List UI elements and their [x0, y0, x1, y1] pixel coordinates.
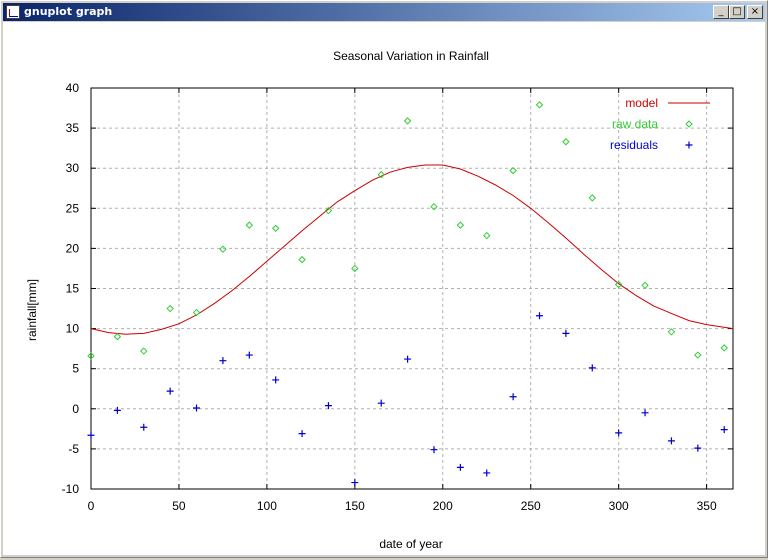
raw-data-point: [166, 304, 174, 313]
x-tick-label: 300: [609, 499, 629, 513]
title-bar[interactable]: gnuplot graph _ □ ×: [3, 3, 765, 21]
residual-point: [430, 446, 438, 454]
gnuplot-app-icon[interactable]: [6, 5, 20, 19]
x-tick-label: 200: [433, 499, 453, 513]
legend-swatch: [685, 120, 693, 128]
residual-point: [193, 404, 201, 412]
residual-point: [113, 406, 121, 414]
legend-label: residuals: [610, 138, 658, 152]
residual-point: [536, 312, 544, 320]
x-tick-label: 50: [172, 499, 186, 513]
y-tick-label: 15: [66, 282, 80, 296]
raw-data-point: [403, 117, 412, 125]
residual-point: [404, 355, 412, 363]
residual-point: [324, 402, 332, 410]
raw-data-point: [667, 328, 676, 336]
raw-data-point: [588, 194, 596, 202]
maximize-button[interactable]: □: [729, 5, 745, 19]
raw-data-point: [694, 351, 702, 359]
legend-label: model: [625, 96, 658, 110]
window-title: gnuplot graph: [24, 5, 113, 18]
residual-point: [351, 479, 359, 487]
y-tick-label: 40: [66, 81, 80, 95]
raw-data-point: [535, 101, 544, 109]
minimize-button[interactable]: _: [713, 5, 729, 19]
raw-data-point: [140, 347, 148, 355]
raw-data-point: [298, 255, 306, 264]
x-tick-label: 100: [257, 499, 277, 513]
x-tick-label: 250: [521, 499, 541, 513]
raw-data-point: [271, 224, 280, 233]
model-curve: [90, 164, 734, 335]
residual-point: [140, 423, 148, 431]
residual-point: [483, 469, 491, 477]
plot-area: -10 -5 0 5 10 15 20 25 30 35 40 0 50 100 150 200 250 300 3…: [3, 22, 765, 555]
x-tick-label: 350: [697, 499, 717, 513]
residual-point: [87, 431, 95, 439]
residual-point: [641, 409, 649, 417]
y-tick-label: 10: [66, 322, 80, 336]
legend-swatch: [685, 141, 693, 149]
y-tick-label: 0: [72, 402, 79, 416]
chart-svg: -10 -5 0 5 10 15 20 25 30 35 40 0 50 100 150 200 250 300 3…: [25, 49, 734, 551]
residual-point: [694, 444, 702, 452]
x-axis-label: date of year: [379, 537, 442, 551]
residual-point: [298, 430, 306, 438]
residual-point: [509, 393, 517, 401]
y-tick-label: 25: [66, 201, 80, 215]
raw-data-point: [245, 221, 254, 229]
residual-point: [377, 399, 385, 407]
residual-point: [456, 463, 464, 471]
residual-point: [588, 364, 596, 372]
residual-point: [562, 329, 570, 337]
raw-data-point: [720, 344, 728, 352]
y-tick-label: 30: [66, 161, 80, 175]
raw-data-point: [483, 231, 491, 240]
y-tick-label: 35: [66, 121, 80, 135]
y-tick-label: -10: [62, 482, 80, 496]
residual-point: [219, 357, 227, 365]
residual-point: [245, 351, 253, 359]
raw-data-point: [641, 281, 649, 289]
close-button[interactable]: ×: [747, 5, 763, 19]
raw-data-point: [219, 245, 227, 253]
chart-title: Seasonal Variation in Rainfall: [333, 49, 489, 63]
x-tick-label: 150: [345, 499, 365, 513]
residual-point: [667, 437, 675, 445]
legend-label: raw data: [612, 117, 658, 131]
raw-data-point: [456, 221, 465, 229]
raw-data-point: [113, 332, 122, 341]
y-tick-label: 5: [72, 362, 79, 376]
y-axis-label: rainfall[mm]: [25, 279, 39, 341]
residual-point: [272, 376, 280, 384]
residual-point: [720, 426, 728, 434]
y-tick-label: 20: [66, 241, 80, 255]
gnuplot-window: gnuplot graph _ □ × -10 -5 0 5 10 15 20 25 30 35 4…: [0, 0, 768, 558]
x-tick-label: 0: [88, 499, 95, 513]
residual-point: [166, 387, 174, 395]
y-tick-label: -5: [68, 442, 79, 456]
raw-data-point: [562, 138, 570, 146]
residual-point: [615, 429, 623, 437]
